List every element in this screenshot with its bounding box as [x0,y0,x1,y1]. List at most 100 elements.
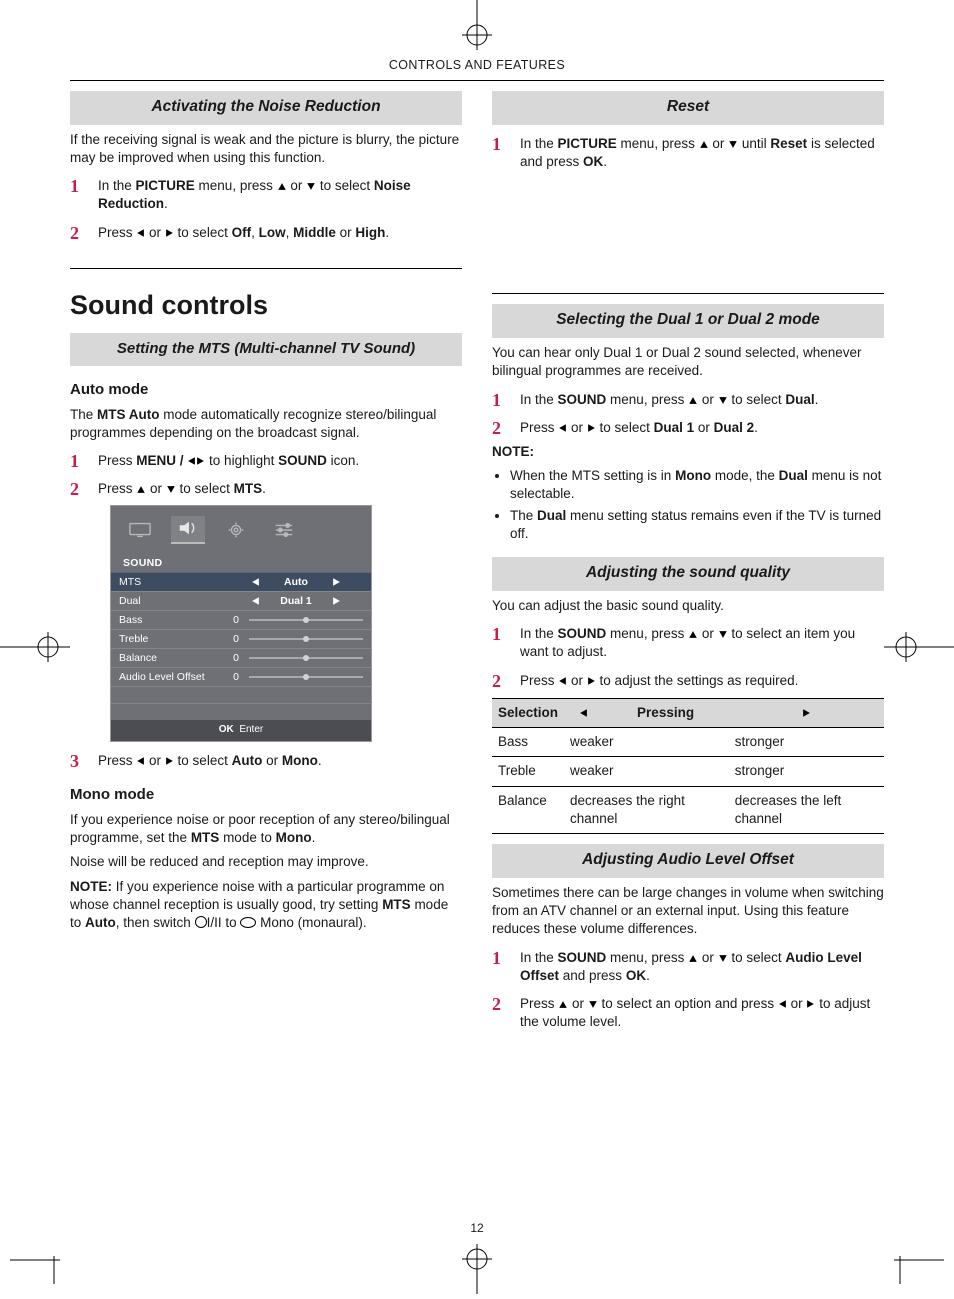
sel-cell: Bass [492,728,564,757]
slider-icon [249,619,363,621]
step-body: Press or to select MTS. [98,480,462,498]
heading-alo: Adjusting Audio Level Offset [492,844,884,878]
left-icon [580,709,587,717]
left-icon [252,578,259,586]
osd-row-alo: Audio Level Offset 0 [111,667,371,686]
down-icon [307,183,315,190]
auto-mode-heading: Auto mode [70,380,462,400]
up-icon [689,955,697,962]
registration-mark-bottom [452,1244,502,1294]
osd-label: Dual [119,594,229,608]
osd-label: Balance [119,651,229,665]
left-column: Activating the Noise Reduction If the re… [70,91,462,1036]
down-icon [589,1001,597,1008]
step-number: 2 [492,995,510,1031]
osd-row-treble: Treble 0 [111,629,371,648]
right-cell: decreases the left channel [729,786,884,833]
step-number: 2 [492,672,510,690]
up-icon [560,1001,568,1008]
step-number: 3 [70,752,88,770]
right-column: Reset 1 In the PICTURE menu, press or un… [492,91,884,1036]
dual-mode-notes: When the MTS setting is in Mono mode, th… [510,467,884,543]
sound-quality-table: Selection Pressing Bass weaker stronger … [492,698,884,834]
up-icon [689,631,697,638]
alo-step-2: 2 Press or to select an option and press… [492,995,884,1031]
table-row: Balance decreases the right channel decr… [492,786,884,833]
step-number: 2 [492,419,510,437]
heading-mts: Setting the MTS (Multi-channel TV Sound) [70,333,462,365]
osd-value: 0 [229,632,243,646]
table-row: Treble weaker stronger [492,757,884,786]
step-body: Press or to select Dual 1 or Dual 2. [520,419,884,437]
preferences-tab-icon [267,518,301,542]
table-row: Bass weaker stronger [492,728,884,757]
osd-row-dual: Dual Dual 1 [111,591,371,610]
mono-mode-p2: Noise will be reduced and reception may … [70,853,462,871]
nr-step-2: 2 Press or to select Off, Low, Middle or… [70,224,462,242]
quality-step-1: 1 In the SOUND menu, press or to select … [492,625,884,661]
osd-label: Bass [119,613,229,627]
up-icon [138,487,146,494]
right-icon [803,709,810,717]
osd-value: 0 [229,670,243,684]
left-icon [137,229,144,237]
step-body: In the SOUND menu, press or to select an… [520,625,884,661]
osd-sound-menu: SOUND MTS Auto Dual Dual 1 Bass 0 Treble… [110,505,372,743]
th-selection: Selection [492,698,564,727]
noise-reduction-intro: If the receiving signal is weak and the … [70,131,462,167]
osd-title: SOUND [111,552,371,572]
left-cell: weaker [564,757,729,786]
heading-reset: Reset [492,91,884,125]
stereo-circle-icon [195,916,207,928]
osd-value: Dual 1 [266,594,326,608]
osd-row-balance: Balance 0 [111,648,371,667]
mts-step-1: 1 Press MENU / to highlight SOUND icon. [70,452,462,470]
right-icon [197,458,204,466]
left-cell: decreases the right channel [564,786,729,833]
osd-label: Treble [119,632,229,646]
th-pressing: Pressing [602,698,728,727]
up-icon [689,397,697,404]
right-icon [808,1000,815,1008]
step-body: In the SOUND menu, press or to select Au… [520,949,884,985]
step-number: 1 [492,391,510,409]
left-icon [779,1000,786,1008]
alo-step-1: 1 In the SOUND menu, press or to select … [492,949,884,985]
osd-row-bass: Bass 0 [111,610,371,629]
left-icon [137,758,144,766]
step-body: Press MENU / to highlight SOUND icon. [98,452,462,470]
down-icon [719,631,727,638]
right-cell: stronger [729,728,884,757]
right-icon [333,597,340,605]
down-icon [719,955,727,962]
right-icon [166,758,173,766]
setup-tab-icon [219,518,253,542]
osd-label: MTS [119,575,229,589]
quality-step-2: 2 Press or to adjust the settings as req… [492,672,884,690]
spacer [492,175,884,291]
nr-step-1: 1 In the PICTURE menu, press or to selec… [70,177,462,213]
osd-row-empty [111,703,371,720]
right-icon [333,578,340,586]
mono-mode-note: NOTE: If you experience noise with a par… [70,878,462,933]
down-icon [719,397,727,404]
th-right-icon [729,698,884,727]
note-label: NOTE: [492,443,884,461]
right-icon [166,229,173,237]
step-number: 2 [70,480,88,498]
left-icon [188,458,195,466]
registration-mark-right [884,622,954,672]
dual-mode-intro: You can hear only Dual 1 or Dual 2 sound… [492,344,884,380]
osd-value: 0 [229,613,243,627]
step-body: Press or to select Auto or Mono. [98,752,462,770]
slider-icon [249,657,363,659]
up-icon [700,141,708,148]
slider-icon [249,676,363,678]
mono-mode-p1: If you experience noise or poor receptio… [70,811,462,847]
step-body: In the SOUND menu, press or to select Du… [520,391,884,409]
osd-value: 0 [229,651,243,665]
step-number: 1 [492,135,510,171]
registration-mark-top [452,0,502,50]
sel-cell: Balance [492,786,564,833]
mid-rule [492,293,884,294]
